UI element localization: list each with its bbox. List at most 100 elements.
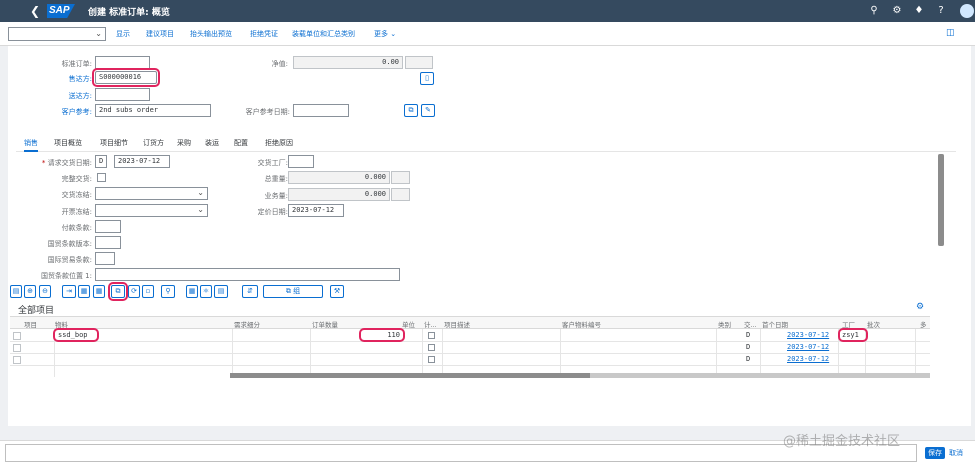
tab-reason-for-rejection[interactable]: 拒绝原因 <box>265 138 293 148</box>
tab-item-detail[interactable]: 项目细节 <box>100 138 128 148</box>
bell-icon[interactable]: ♦ <box>913 5 925 17</box>
tab-item-overview[interactable]: 项目概览 <box>54 138 82 148</box>
tab-ordering-party[interactable]: 订货方 <box>143 138 164 148</box>
transfer-icon[interactable]: ⇵ <box>242 285 258 298</box>
calc-checkbox[interactable] <box>428 332 435 339</box>
scroll-thumb[interactable] <box>230 373 590 378</box>
delivering-plant-input[interactable] <box>288 155 314 168</box>
tab-shipping[interactable]: 装运 <box>205 138 219 148</box>
material-cell[interactable]: ssd_bop <box>53 328 99 342</box>
cancel-button[interactable]: 取消 <box>949 447 963 459</box>
export-icon[interactable]: ▤ <box>214 285 228 298</box>
customer-ref-label: 客户参考: <box>61 108 92 116</box>
refresh-icon[interactable]: ⟳ <box>128 285 140 298</box>
gear-icon[interactable]: ⚙ <box>891 5 903 17</box>
search-icon[interactable]: ⚲ <box>868 5 880 17</box>
ship-to-input[interactable] <box>95 88 150 101</box>
tab-configuration[interactable]: 配置 <box>234 138 248 148</box>
variant-select[interactable]: ⌄ <box>8 27 106 41</box>
calc-checkbox[interactable] <box>428 356 435 363</box>
help-icon[interactable]: ? <box>935 5 947 17</box>
delivery-block-select[interactable]: ⌄ <box>95 187 208 200</box>
incoterms-input[interactable] <box>95 252 115 265</box>
first-date-cell[interactable]: 2023-07-12 <box>787 355 829 363</box>
col-more[interactable]: 多 <box>920 319 927 329</box>
command-field[interactable] <box>5 444 917 462</box>
col-order-quantity[interactable]: 订单数量 <box>312 319 338 329</box>
text-icon[interactable]: ▫ <box>142 285 154 298</box>
total-weight-label: 总重量: <box>264 175 288 183</box>
payment-terms-input[interactable] <box>95 220 121 233</box>
incoterms-version-input[interactable] <box>95 236 121 249</box>
plant-cell[interactable]: zsy1 <box>838 328 868 342</box>
table-icon[interactable]: ▦ <box>93 285 105 298</box>
configure-icon[interactable]: ⚒ <box>330 285 344 298</box>
pricing-date-input[interactable]: 2023-07-12 <box>288 204 344 217</box>
first-date-cell[interactable]: 2023-07-12 <box>787 343 829 351</box>
reject-document-button[interactable]: 拒绝凭证 <box>250 29 278 39</box>
col-item[interactable]: 项目 <box>24 319 37 329</box>
watermark: @稀土掘金技术社区 <box>783 434 901 449</box>
sold-to-input[interactable]: S000000016 <box>92 68 160 87</box>
select-all-icon[interactable]: ⇥ <box>62 285 76 298</box>
col-batch[interactable]: 批次 <box>867 319 880 329</box>
col-first-date[interactable]: 首个日期 <box>762 319 788 329</box>
scroll-thumb[interactable] <box>938 154 944 246</box>
header-output-preview-button[interactable]: 抬头输出预览 <box>190 29 232 39</box>
add-row-icon[interactable]: ⊕ <box>24 285 36 298</box>
table-row[interactable]: D 2023-07-12 <box>10 354 930 366</box>
save-button[interactable]: 保存 <box>925 447 945 459</box>
billing-block-select[interactable]: ⌄ <box>95 204 208 217</box>
customer-ref-input[interactable]: 2nd subs order <box>95 104 211 117</box>
col-unit[interactable]: 单位 <box>402 319 415 329</box>
exit-fullscreen-icon[interactable]: ◫ <box>946 28 955 38</box>
search-items-icon[interactable]: ⚲ <box>161 285 175 298</box>
copy-icon[interactable]: ⧉ <box>404 104 418 117</box>
col-delivery[interactable]: 交... <box>744 319 757 329</box>
table-settings-icon[interactable]: ▦ <box>186 285 198 298</box>
col-requirement-segment[interactable]: 需求细分 <box>234 319 260 329</box>
propose-items-button[interactable]: 建议项目 <box>146 29 174 39</box>
incoterms-location-input[interactable] <box>95 268 400 281</box>
table-row[interactable]: D 2023-07-12 <box>10 342 930 354</box>
vertical-scrollbar[interactable] <box>938 154 944 246</box>
customer-ref-date-label: 客户参考日期: <box>245 108 290 116</box>
sap-logo[interactable]: SAP <box>47 4 75 18</box>
horizontal-scrollbar[interactable] <box>230 373 930 378</box>
req-delivery-date-input[interactable]: 2023-07-12 <box>114 155 170 168</box>
col-customer-material[interactable]: 客户物料编号 <box>562 319 601 329</box>
item-detail-icon[interactable]: ▤ <box>10 285 22 298</box>
customer-ref-date-input[interactable] <box>293 104 349 117</box>
delete-row-icon[interactable]: ⊖ <box>39 285 51 298</box>
group-button[interactable]: ⧉ 组 <box>263 285 323 298</box>
req-delivery-date-unit[interactable]: D <box>95 155 107 168</box>
edit-icon[interactable]: ✎ <box>421 104 435 117</box>
avatar[interactable] <box>960 4 974 18</box>
col-category[interactable]: 类别 <box>718 319 731 329</box>
calc-checkbox[interactable] <box>428 344 435 351</box>
col-plant[interactable]: 工厂 <box>842 319 855 329</box>
quantity-cell[interactable]: 110 <box>359 328 405 342</box>
complete-delivery-checkbox[interactable] <box>97 173 106 182</box>
col-item-description[interactable]: 项目描述 <box>444 319 470 329</box>
first-date-cell[interactable]: 2023-07-12 <box>787 331 829 339</box>
table-gear-icon[interactable]: ⚙ <box>916 302 924 312</box>
tab-sales[interactable]: 销售 <box>24 138 38 152</box>
tab-procurement[interactable]: 采购 <box>177 138 191 148</box>
row-selector[interactable] <box>13 356 21 364</box>
copy-items-icon[interactable]: ⧉ <box>108 282 128 301</box>
row-selector[interactable] <box>13 332 21 340</box>
table-row[interactable]: ssd_bop 110 D 2023-07-12 zsy1 <box>10 328 930 342</box>
page-title: 创建 标准订单: 概览 <box>88 8 170 18</box>
col-material[interactable]: 物料 <box>55 319 68 329</box>
row-selector[interactable] <box>13 344 21 352</box>
col-calc[interactable]: 计... <box>424 319 437 329</box>
document-icon[interactable]: ▯ <box>420 72 434 85</box>
structure-icon[interactable]: ⚛ <box>200 285 212 298</box>
more-button[interactable]: 更多 ⌄ <box>374 29 396 39</box>
grid-icon[interactable]: ▦ <box>78 285 90 298</box>
order-type-input[interactable] <box>95 56 150 69</box>
back-icon[interactable]: ❮ <box>28 4 42 18</box>
display-button[interactable]: 显示 <box>116 29 130 39</box>
loading-units-button[interactable]: 装载单位和汇总类别 <box>292 29 355 39</box>
